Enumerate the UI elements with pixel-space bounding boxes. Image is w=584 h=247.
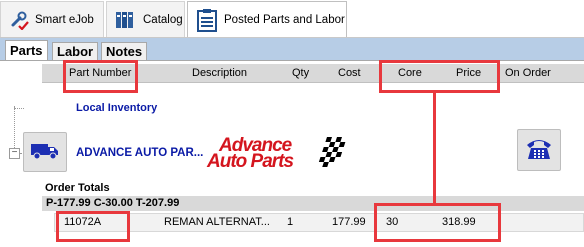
vendor-name-link[interactable]: ADVANCE AUTO PAR... (76, 147, 203, 159)
cell-cost: 177.99 (332, 216, 366, 228)
tab-parts[interactable]: Parts (5, 40, 48, 61)
advance-auto-parts-logo: Advance Auto Parts (205, 135, 355, 173)
highlight-core-price-header (379, 60, 500, 93)
call-vendor-button[interactable] (517, 129, 561, 171)
cell-qty: 1 (287, 216, 294, 228)
local-inventory-node[interactable]: Local Inventory (76, 102, 157, 114)
collapse-toggle[interactable]: − (9, 148, 20, 159)
catalog-label: Catalog (143, 13, 183, 26)
highlight-part-number-header (63, 60, 138, 93)
logo-text-auto-parts: Auto Parts (207, 151, 294, 172)
posted-parts-labor-button[interactable]: Posted Parts and Labor (187, 1, 347, 37)
highlight-core-price-cells (374, 203, 501, 242)
cell-description: REMAN ALTERNAT... (164, 216, 270, 228)
phone-icon (525, 136, 553, 165)
posted-parts-window: Smart eJob Catalog Posted Parts and Labo… (0, 0, 584, 247)
table-row[interactable] (54, 213, 584, 232)
catalog-button[interactable]: Catalog (106, 1, 185, 37)
smart-ejob-label: Smart eJob (35, 13, 94, 26)
col-on-order[interactable]: On Order (505, 67, 551, 79)
order-totals-label: Order Totals (45, 182, 110, 194)
highlight-connector-line (433, 93, 436, 203)
tree-line (14, 108, 24, 109)
tree-line (14, 106, 15, 148)
truck-icon (30, 141, 60, 164)
wrench-check-icon (9, 10, 29, 30)
highlight-part-number-cell (56, 211, 130, 242)
clipboard-list-icon (196, 8, 218, 32)
vendor-truck-button[interactable] (23, 132, 67, 172)
top-toolbar: Smart eJob Catalog Posted Parts and Labo… (0, 0, 584, 38)
order-totals-summary: P-177.99 C-30.00 T-207.99 (46, 197, 180, 209)
catalog-binders-icon (115, 10, 137, 30)
smart-ejob-button[interactable]: Smart eJob (0, 1, 104, 37)
col-cost[interactable]: Cost (338, 67, 361, 79)
tab-labor[interactable]: Labor (52, 42, 99, 60)
posted-parts-labor-label: Posted Parts and Labor (224, 13, 345, 26)
col-qty[interactable]: Qty (292, 67, 309, 79)
checkered-flag-icon (318, 137, 346, 167)
col-description[interactable]: Description (192, 67, 247, 79)
tab-notes[interactable]: Notes (101, 42, 148, 60)
